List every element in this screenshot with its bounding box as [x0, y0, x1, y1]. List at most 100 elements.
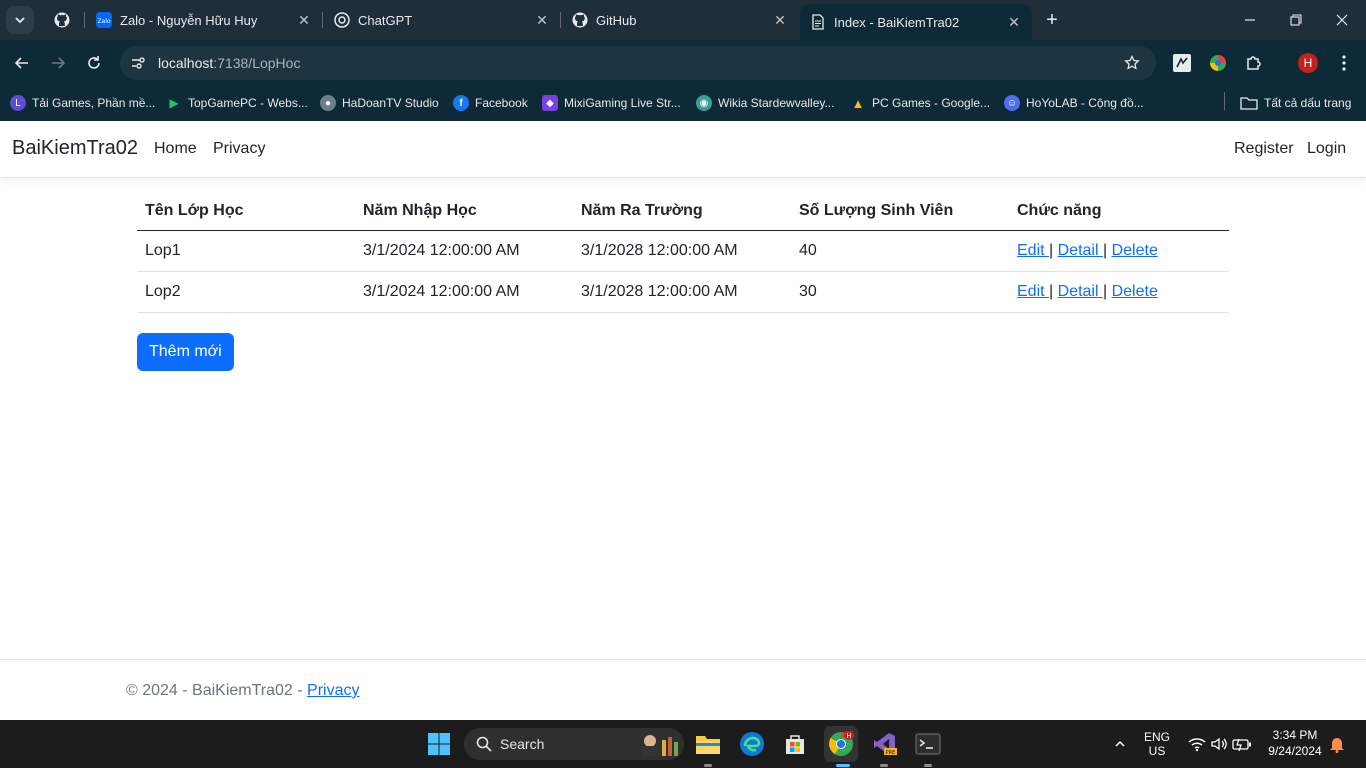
nav-link-privacy[interactable]: Privacy [213, 140, 265, 158]
browser-menu-button[interactable] [1332, 51, 1356, 75]
site-footer: © 2024 - BaiKiemTra02 - Privacy [0, 659, 1366, 721]
tab-chatgpt[interactable]: ChatGPT ✕ [324, 4, 560, 36]
close-window-button[interactable] [1330, 8, 1354, 32]
url-host: localhost [158, 55, 214, 71]
search-placeholder: Search [500, 736, 545, 752]
arrow-left-icon [14, 57, 28, 69]
tab-github-pinned[interactable] [44, 4, 84, 36]
profile-button[interactable]: H [1296, 51, 1320, 75]
nav-link-home[interactable]: Home [154, 140, 197, 158]
chevron-down-icon [15, 17, 25, 24]
language-indicator[interactable]: ENG US [1140, 730, 1174, 758]
detail-link[interactable]: Detail [1058, 283, 1103, 300]
tab-zalo[interactable]: Zalo Zalo - Nguyễn Hữu Huy ✕ [86, 4, 322, 36]
back-button[interactable] [10, 51, 34, 75]
battery-icon [1232, 738, 1251, 751]
extension-icon-2[interactable] [1206, 51, 1230, 75]
cell-nam-ra-truong: 3/1/2028 12:00:00 AM [573, 271, 791, 313]
all-bookmarks-label: Tất cả dấu trang [1264, 96, 1352, 110]
quick-settings-button[interactable] [1180, 728, 1260, 760]
bookmark-label: Tải Games, Phần mề... [32, 96, 156, 110]
column-header: Tên Lớp Học [137, 193, 355, 231]
add-new-button[interactable]: Thêm mới [137, 333, 234, 371]
show-hidden-icons-button[interactable] [1104, 728, 1136, 760]
bookmark-favicon-icon: ☺ [1004, 95, 1020, 111]
taskbar-search[interactable]: Search [464, 728, 684, 760]
browser-toolbar: localhost:7138/LopHoc H [0, 40, 1366, 86]
github-icon [572, 12, 588, 28]
region-label: US [1148, 744, 1166, 758]
extension-icon-1[interactable] [1170, 51, 1194, 75]
tab-title: Zalo - Nguyễn Hữu Huy [120, 12, 258, 28]
bookmark-item[interactable]: f Facebook [453, 92, 528, 114]
bookmark-item[interactable]: L Tải Games, Phần mề... [10, 92, 155, 114]
nav-link-login[interactable]: Login [1307, 140, 1346, 158]
edit-link[interactable]: Edit [1017, 242, 1049, 259]
close-icon[interactable]: ✕ [296, 12, 312, 28]
taskbar-terminal[interactable] [912, 728, 944, 760]
bookmark-item[interactable]: ◉ Wikia Stardewvalley... [696, 92, 834, 114]
nav-link-register[interactable]: Register [1234, 140, 1294, 158]
cell-ten-lop: Lop2 [137, 271, 355, 313]
all-bookmarks-button[interactable]: Tất cả dấu trang [1240, 92, 1351, 114]
close-icon[interactable]: ✕ [534, 12, 550, 28]
tab-github[interactable]: GitHub ✕ [562, 4, 798, 36]
notifications-button[interactable] [1324, 728, 1350, 760]
bookmark-item[interactable]: ☺ HoYoLAB - Cộng đồ... [1004, 92, 1144, 114]
close-icon[interactable]: ✕ [772, 12, 788, 28]
brand-link[interactable]: BaiKiemTra02 [12, 137, 138, 160]
close-icon [1336, 14, 1348, 26]
clock[interactable]: 3:34 PM 9/24/2024 [1262, 728, 1328, 758]
taskbar-visual-studio[interactable]: PRE [868, 728, 900, 760]
web-page: BaiKiemTra02 Home Privacy Register Login… [0, 121, 1366, 720]
footer-copyright: © 2024 - BaiKiemTra02 - [126, 682, 308, 699]
taskbar-edge[interactable] [736, 728, 768, 760]
cell-so-luong: 30 [791, 271, 1009, 313]
site-info-icon[interactable] [126, 51, 150, 75]
bookmark-item[interactable]: ▶ TopGamePC - Webs... [166, 92, 307, 114]
bookmark-favicon-icon: ◉ [696, 95, 712, 111]
bookmark-item[interactable]: ▲ PC Games - Google... [850, 92, 990, 114]
reload-icon [88, 56, 100, 69]
table-row: Lop2 3/1/2024 12:00:00 AM 3/1/2028 12:00… [137, 271, 1229, 313]
footer-privacy-link[interactable]: Privacy [307, 682, 359, 699]
delete-link[interactable]: Delete [1112, 283, 1158, 300]
tab-search-button[interactable] [6, 6, 34, 34]
extensions-button[interactable] [1242, 51, 1266, 75]
start-button[interactable] [423, 728, 455, 760]
taskbar-file-explorer[interactable] [692, 728, 724, 760]
column-header: Chức năng [1009, 193, 1229, 231]
new-tab-button[interactable]: + [1040, 8, 1064, 32]
bookmark-star-icon[interactable] [1120, 51, 1144, 75]
close-icon[interactable]: ✕ [1006, 14, 1022, 30]
tab-separator [560, 12, 561, 28]
svg-text:Zalo: Zalo [97, 18, 110, 25]
cell-nam-nhap-hoc: 3/1/2024 12:00:00 AM [355, 230, 573, 272]
edit-link[interactable]: Edit [1017, 283, 1049, 300]
tab-separator [84, 12, 85, 28]
folder-icon [1240, 97, 1258, 110]
bookmark-item[interactable]: ● HaDoanTV Studio [320, 92, 439, 114]
url-text: localhost:7138/LopHoc [158, 55, 300, 71]
taskbar-store[interactable] [779, 728, 811, 760]
address-bar[interactable]: localhost:7138/LopHoc [120, 46, 1156, 80]
facebook-icon: f [453, 95, 469, 111]
minimize-icon [1245, 19, 1255, 21]
bookmark-item[interactable]: ◆ MixiGaming Live Str... [542, 92, 681, 114]
detail-link[interactable]: Detail [1058, 242, 1103, 259]
tab-index-active[interactable]: Index - BaiKiemTra02 ✕ [800, 4, 1032, 40]
reload-button[interactable] [82, 51, 106, 75]
cell-ten-lop: Lop1 [137, 230, 355, 272]
lophoc-table: Tên Lớp Học Năm Nhập Học Năm Ra Trường S… [137, 193, 1229, 313]
action-separator: | [1102, 242, 1108, 259]
minimize-button[interactable] [1238, 8, 1262, 32]
delete-link[interactable]: Delete [1112, 242, 1158, 259]
cell-actions: Edit | Detail | Delete [1009, 271, 1229, 313]
forward-button[interactable] [46, 51, 70, 75]
restore-button[interactable] [1284, 8, 1308, 32]
kebab-menu-icon [1342, 55, 1346, 71]
taskbar-chrome[interactable]: H [824, 726, 858, 762]
chevron-up-icon [1115, 740, 1125, 747]
tab-title: GitHub [596, 12, 637, 28]
cell-nam-nhap-hoc: 3/1/2024 12:00:00 AM [355, 271, 573, 313]
